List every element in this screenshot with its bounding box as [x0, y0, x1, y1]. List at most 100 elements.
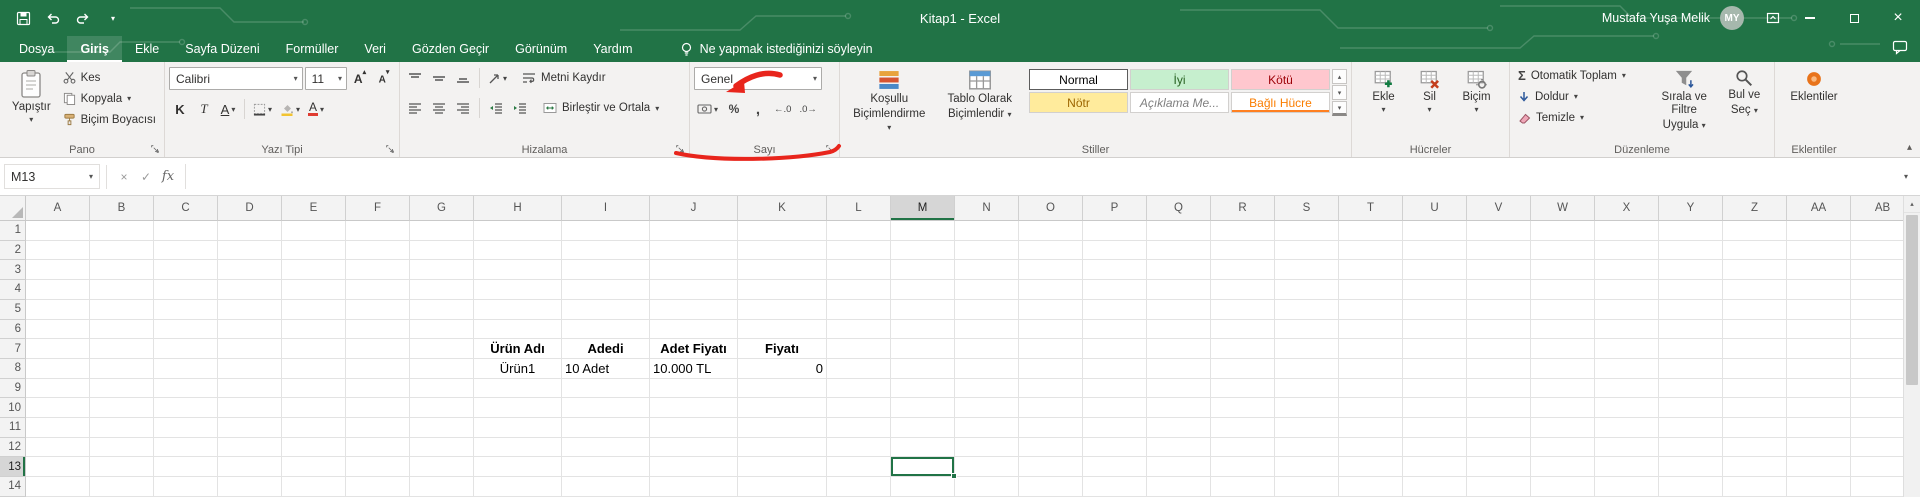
cell-AB2[interactable]	[1851, 241, 1903, 261]
cell-B5[interactable]	[90, 299, 154, 320]
row-header-12[interactable]: 12	[0, 437, 26, 458]
cell-N6[interactable]	[955, 319, 1019, 340]
cell-AA4[interactable]	[1787, 280, 1851, 300]
align-top-button[interactable]	[404, 67, 426, 89]
column-header-O[interactable]: O	[1019, 196, 1083, 221]
cell-W4[interactable]	[1531, 280, 1595, 300]
cell-E14[interactable]	[282, 477, 346, 497]
cell-O6[interactable]	[1019, 319, 1083, 340]
cell-E1[interactable]	[282, 221, 346, 241]
column-header-I[interactable]: I	[562, 196, 650, 221]
cell-P3[interactable]	[1083, 260, 1147, 281]
addins-button[interactable]: Eklentiler	[1779, 65, 1849, 108]
cell-E6[interactable]	[282, 319, 346, 340]
tab-yardım[interactable]: Yardım	[580, 36, 645, 62]
cell-M10[interactable]	[891, 398, 955, 419]
cell-G10[interactable]	[410, 398, 474, 419]
shrink-font-button[interactable]: A▾	[373, 68, 395, 90]
cell-Y2[interactable]	[1659, 240, 1723, 261]
cell-G3[interactable]	[410, 260, 474, 281]
row-header-11[interactable]: 11	[0, 418, 26, 438]
autosum-button[interactable]: Σ Otomatik Toplam ▾	[1514, 65, 1650, 86]
cell-D7[interactable]	[218, 339, 282, 359]
cell-Z4[interactable]	[1723, 280, 1787, 300]
cell-H4[interactable]	[474, 280, 562, 300]
cell-L2[interactable]	[827, 240, 891, 261]
cell-J8[interactable]: 10.000 TL	[650, 358, 738, 379]
cell-Q6[interactable]	[1147, 319, 1211, 340]
column-header-AB[interactable]: AB	[1851, 196, 1903, 221]
cell-S12[interactable]	[1275, 437, 1339, 458]
cell-K13[interactable]	[738, 457, 827, 478]
cell-F3[interactable]	[346, 260, 410, 281]
cell-E11[interactable]	[282, 418, 346, 438]
cell-W5[interactable]	[1531, 299, 1595, 320]
cell-A10[interactable]	[26, 398, 90, 419]
cell-L3[interactable]	[827, 260, 891, 281]
cell-V7[interactable]	[1467, 339, 1531, 359]
cell-U3[interactable]	[1403, 260, 1467, 281]
cell-C1[interactable]	[154, 221, 218, 241]
tab-giriş[interactable]: Giriş	[67, 36, 122, 62]
cell-L13[interactable]	[827, 457, 891, 478]
cell-A13[interactable]	[26, 457, 90, 478]
cancel-button[interactable]: ×	[113, 165, 135, 189]
cell-H9[interactable]	[474, 378, 562, 399]
cell-M12[interactable]	[891, 437, 955, 458]
cell-V5[interactable]	[1467, 299, 1531, 320]
cell-F12[interactable]	[346, 437, 410, 458]
column-header-W[interactable]: W	[1531, 196, 1595, 221]
cell-K9[interactable]	[738, 378, 827, 399]
cell-Q4[interactable]	[1147, 280, 1211, 300]
cell-AB8[interactable]	[1851, 359, 1903, 379]
gallery-scroll-down-button[interactable]: ▾	[1332, 85, 1347, 100]
cell-R7[interactable]	[1211, 339, 1275, 359]
cell-A11[interactable]	[26, 418, 90, 438]
cell-D13[interactable]	[218, 457, 282, 478]
cell-AB11[interactable]	[1851, 418, 1903, 438]
cell-R11[interactable]	[1211, 418, 1275, 438]
cell-C12[interactable]	[154, 437, 218, 458]
cell-F4[interactable]	[346, 280, 410, 300]
cell-F8[interactable]	[346, 358, 410, 379]
cell-D6[interactable]	[218, 319, 282, 340]
cell-C13[interactable]	[154, 457, 218, 478]
cell-Q11[interactable]	[1147, 418, 1211, 438]
cell-E3[interactable]	[282, 260, 346, 281]
cell-I6[interactable]	[562, 319, 650, 340]
number-dialog-launcher[interactable]	[824, 143, 836, 155]
cell-U5[interactable]	[1403, 299, 1467, 320]
ribbon-display-options-button[interactable]	[1758, 0, 1788, 36]
column-header-X[interactable]: X	[1595, 196, 1659, 221]
cell-Y12[interactable]	[1659, 437, 1723, 458]
cell-G13[interactable]	[410, 457, 474, 478]
cell-L7[interactable]	[827, 339, 891, 359]
cell-I12[interactable]	[562, 437, 650, 458]
cell-T11[interactable]	[1339, 418, 1403, 438]
cell-Y14[interactable]	[1659, 477, 1723, 497]
column-header-H[interactable]: H	[474, 196, 562, 221]
cell-AA11[interactable]	[1787, 418, 1851, 438]
cell-Y3[interactable]	[1659, 260, 1723, 281]
cell-L6[interactable]	[827, 319, 891, 340]
cell-AB7[interactable]	[1851, 339, 1903, 359]
cell-A5[interactable]	[26, 299, 90, 320]
cell-A12[interactable]	[26, 437, 90, 458]
cell-I11[interactable]	[562, 418, 650, 438]
cell-N11[interactable]	[955, 418, 1019, 438]
column-header-N[interactable]: N	[955, 196, 1019, 221]
cell-Z13[interactable]	[1723, 457, 1787, 478]
cell-V2[interactable]	[1467, 240, 1531, 261]
clear-button[interactable]: Temizle ▾	[1514, 107, 1650, 128]
cell-M5[interactable]	[891, 299, 955, 320]
cell-A4[interactable]	[26, 280, 90, 300]
minimize-button[interactable]	[1788, 0, 1832, 36]
cell-Z6[interactable]	[1723, 319, 1787, 340]
cell-X1[interactable]	[1595, 221, 1659, 241]
column-header-D[interactable]: D	[218, 196, 282, 221]
cell-X13[interactable]	[1595, 457, 1659, 478]
find-select-button[interactable]: Bul ve Seç ▾	[1719, 65, 1770, 137]
cell-V11[interactable]	[1467, 418, 1531, 438]
cell-V13[interactable]	[1467, 457, 1531, 478]
cell-Q8[interactable]	[1147, 358, 1211, 379]
